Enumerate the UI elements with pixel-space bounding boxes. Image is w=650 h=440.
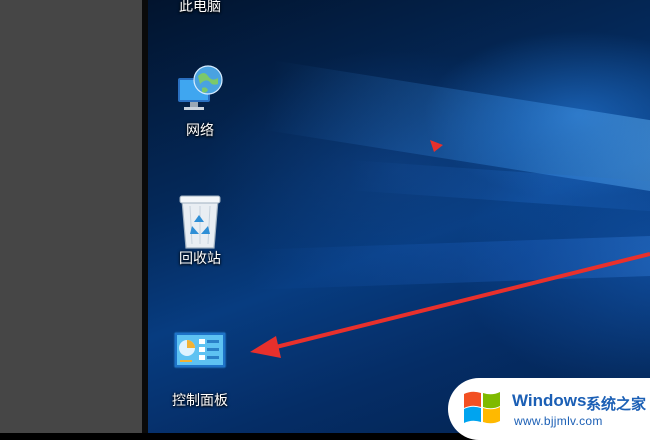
red-arrow-shaft: [267, 252, 650, 351]
site-watermark: Windows 系统之家 www.bjjmlv.com: [448, 378, 650, 440]
watermark-url: www.bjjmlv.com: [514, 414, 603, 428]
watermark-brand: Windows: [512, 391, 587, 410]
annotation-arrows: [250, 140, 650, 358]
red-arrow-head: [250, 336, 281, 358]
windows-logo-icon: [464, 391, 500, 424]
red-pointer-mark: [430, 140, 443, 152]
watermark-brand-cn: 系统之家: [586, 395, 647, 413]
